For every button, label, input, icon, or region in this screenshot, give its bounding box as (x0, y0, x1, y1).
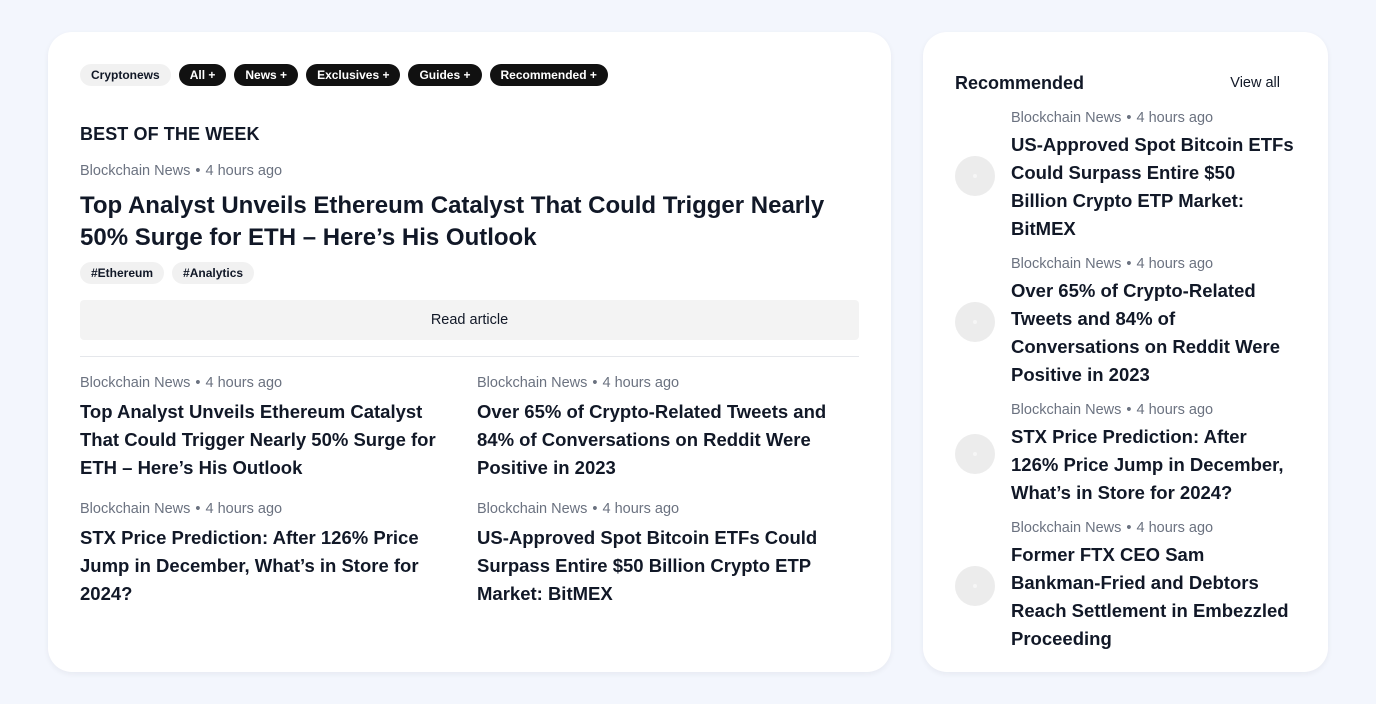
article-headline[interactable]: US-Approved Spot Bitcoin ETFs Could Surp… (477, 524, 859, 608)
article-time: 4 hours ago (205, 501, 283, 517)
tag-analytics[interactable]: #Analytics (172, 262, 255, 284)
article-source[interactable]: Blockchain News (1011, 256, 1121, 272)
list-item: Blockchain News • 4 hours ago US-Approved … (955, 109, 1296, 243)
featured-tags: #Ethereum #Analytics (80, 262, 859, 284)
article-card: Blockchain News • 4 hours ago STX Price Pr… (80, 500, 438, 608)
divider (80, 356, 859, 357)
article-source[interactable]: Blockchain News (477, 375, 587, 391)
article-headline[interactable]: Top Analyst Unveils Ethereum Catalyst Th… (80, 398, 438, 482)
best-of-week-card: Cryptonews All + News + Exclusives + Gui… (48, 32, 891, 672)
view-all-link[interactable]: View all (1230, 75, 1280, 91)
article-time: 4 hours ago (1136, 520, 1214, 536)
recommended-title: Recommended (955, 72, 1085, 93)
section-title: BEST OF THE WEEK (80, 124, 260, 144)
meta-separator: • (195, 375, 201, 391)
article-time: 4 hours ago (205, 375, 283, 391)
featured-source[interactable]: Blockchain News (80, 163, 190, 179)
article-card: Blockchain News • 4 hours ago US-Approved … (477, 500, 859, 608)
chip-all[interactable]: All + (178, 64, 227, 86)
list-item: Blockchain News • 4 hours ago STX Price Pr… (955, 401, 1296, 507)
meta-separator: • (1126, 256, 1132, 272)
chip-guides[interactable]: Guides + (408, 64, 482, 86)
article-headline[interactable]: US-Approved Spot Bitcoin ETFs Could Surp… (1011, 131, 1296, 243)
article-source[interactable]: Blockchain News (1011, 110, 1121, 126)
meta-separator: • (592, 501, 598, 517)
tag-ethereum[interactable]: #Ethereum (80, 262, 165, 284)
article-time: 4 hours ago (1136, 110, 1214, 126)
article-thumbnail[interactable] (955, 156, 995, 196)
article-meta: Blockchain News • 4 hours ago (1011, 401, 1296, 419)
article-source[interactable]: Blockchain News (477, 501, 587, 517)
article-meta: Blockchain News • 4 hours ago (477, 500, 859, 518)
article-thumbnail[interactable] (955, 434, 995, 474)
article-headline[interactable]: Over 65% of Crypto-Related Tweets and 84… (477, 398, 859, 482)
category-chips: Cryptonews All + News + Exclusives + Gui… (80, 64, 859, 86)
chip-exclusives[interactable]: Exclusives + (306, 64, 401, 86)
meta-separator: • (1126, 520, 1132, 536)
list-item: Blockchain News • 4 hours ago Former FTX C… (955, 519, 1296, 653)
meta-separator: • (195, 501, 201, 517)
article-source[interactable]: Blockchain News (1011, 520, 1121, 536)
read-article-button[interactable]: Read article (80, 300, 859, 340)
article-grid: Blockchain News • 4 hours ago Top Analyst … (80, 374, 859, 608)
recommended-list: Blockchain News • 4 hours ago US-Approved … (955, 109, 1296, 653)
chip-cryptonews[interactable]: Cryptonews (80, 64, 171, 86)
article-time: 4 hours ago (1136, 402, 1214, 418)
article-headline[interactable]: Former FTX CEO Sam Bankman-Fried and Deb… (1011, 541, 1296, 653)
featured-headline[interactable]: Top Analyst Unveils Ethereum Catalyst Th… (80, 190, 859, 254)
article-source[interactable]: Blockchain News (1011, 402, 1121, 418)
meta-separator: • (1126, 110, 1132, 126)
article-time: 4 hours ago (602, 501, 680, 517)
article-meta: Blockchain News • 4 hours ago (1011, 109, 1296, 127)
article-source[interactable]: Blockchain News (80, 375, 190, 391)
article-meta: Blockchain News • 4 hours ago (80, 500, 438, 518)
article-source[interactable]: Blockchain News (80, 501, 190, 517)
article-meta: Blockchain News • 4 hours ago (80, 374, 438, 392)
meta-separator: • (1126, 402, 1132, 418)
recommended-header: Recommended View all (955, 72, 1296, 94)
article-card: Blockchain News • 4 hours ago Over 65% of … (477, 374, 859, 482)
featured-time: 4 hours ago (205, 163, 283, 179)
recommended-card: Recommended View all Blockchain News • 4 h… (923, 32, 1328, 672)
list-item: Blockchain News • 4 hours ago Over 65% of … (955, 255, 1296, 389)
featured-meta: Blockchain News • 4 hours ago (80, 162, 859, 180)
article-meta: Blockchain News • 4 hours ago (1011, 255, 1296, 273)
meta-separator: • (592, 375, 598, 391)
article-meta: Blockchain News • 4 hours ago (1011, 519, 1296, 537)
article-headline[interactable]: Over 65% of Crypto-Related Tweets and 84… (1011, 277, 1296, 389)
article-time: 4 hours ago (1136, 256, 1214, 272)
article-time: 4 hours ago (602, 375, 680, 391)
chip-news[interactable]: News + (234, 64, 299, 86)
article-thumbnail[interactable] (955, 566, 995, 606)
chip-recommended[interactable]: Recommended + (489, 64, 608, 86)
article-headline[interactable]: STX Price Prediction: After 126% Price J… (80, 524, 438, 608)
article-meta: Blockchain News • 4 hours ago (477, 374, 859, 392)
meta-separator: • (195, 163, 201, 179)
article-headline[interactable]: STX Price Prediction: After 126% Price J… (1011, 423, 1296, 507)
article-card: Blockchain News • 4 hours ago Top Analyst … (80, 374, 438, 482)
article-thumbnail[interactable] (955, 302, 995, 342)
